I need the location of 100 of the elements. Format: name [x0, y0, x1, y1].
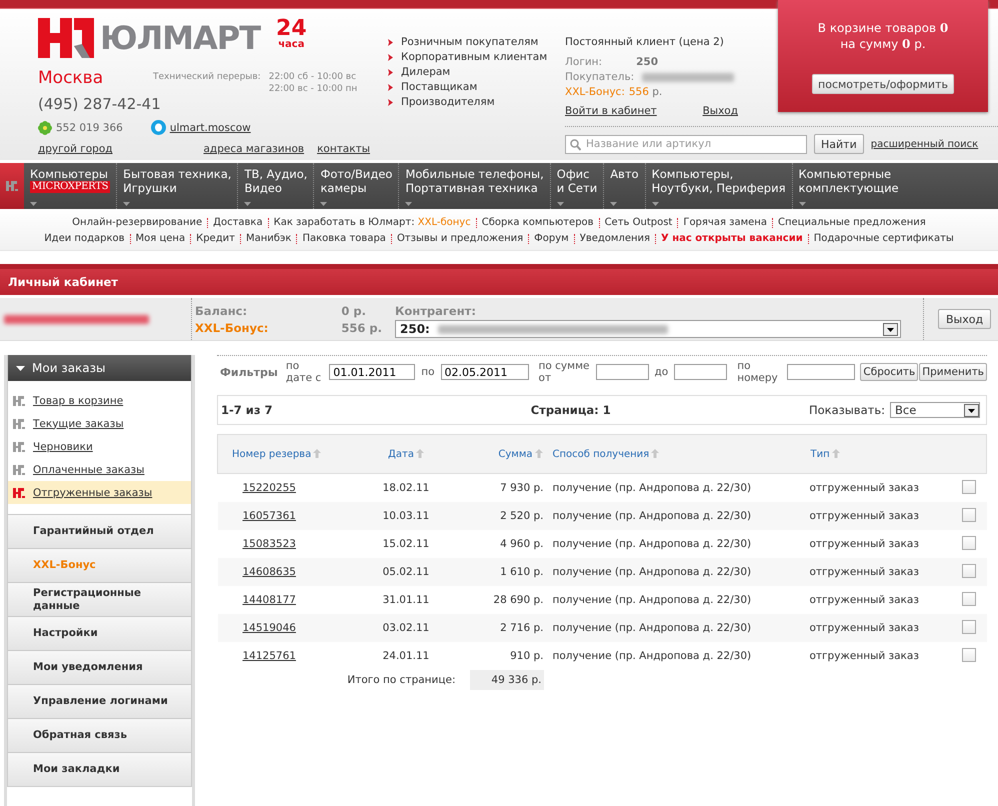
info-link[interactable]: Как заработать в Юлмарт: XXL-бонус: [274, 215, 471, 230]
header-link[interactable]: другой город: [38, 143, 113, 155]
chevron-icon: [388, 68, 393, 76]
contragent-select[interactable]: 250:: [395, 320, 901, 338]
column-header[interactable]: Тип: [810, 448, 830, 460]
column-header[interactable]: Номер резерва: [232, 448, 312, 460]
sidebar-section[interactable]: Регистрационные данные: [8, 582, 191, 616]
header-link[interactable]: адреса магазинов: [204, 143, 304, 155]
row-checkbox[interactable]: [962, 592, 976, 606]
date-cell: 18.02.11: [382, 482, 430, 494]
sidebar-section[interactable]: Мои уведомления: [8, 650, 191, 684]
nav-link[interactable]: Дилерам: [388, 66, 565, 78]
sort-arrow-icon: [534, 448, 542, 458]
sidebar-section[interactable]: Обратная связь: [8, 718, 191, 752]
sidebar-section[interactable]: Управление логинами: [8, 684, 191, 718]
column-header[interactable]: Сумма: [498, 448, 532, 460]
order-number-link[interactable]: 14408177: [242, 594, 296, 606]
advanced-search-link[interactable]: расширенный поиск: [870, 138, 978, 150]
row-checkbox[interactable]: [962, 648, 976, 662]
order-menu-item[interactable]: Товар в корзине: [8, 389, 191, 412]
logo-icon: [6, 181, 18, 191]
caret-icon: [244, 202, 252, 206]
filters-label: Фильтры: [220, 366, 278, 378]
info-link[interactable]: Паковка товара: [302, 231, 386, 246]
order-number-link[interactable]: 16057361: [242, 510, 296, 522]
dropdown-icon[interactable]: [883, 322, 898, 336]
logout-link[interactable]: Выход: [702, 105, 738, 117]
info-link[interactable]: Онлайн-резервирование: [72, 215, 202, 230]
skype-link[interactable]: ulmart.moscow: [170, 122, 251, 134]
sum-from-field[interactable]: [596, 364, 649, 380]
row-checkbox[interactable]: [962, 564, 976, 578]
type-cell: отгруженный заказ: [810, 566, 919, 578]
contragent-label: Контрагент:: [395, 304, 477, 318]
apply-button[interactable]: Применить: [919, 363, 987, 381]
number-field[interactable]: [787, 364, 856, 380]
filter-label: до: [654, 366, 668, 378]
order-menu-item[interactable]: Текущие заказы: [8, 412, 191, 435]
sum-to-field[interactable]: [674, 364, 728, 380]
column-header[interactable]: Дата: [388, 448, 414, 460]
order-number-link[interactable]: 15083523: [242, 538, 296, 550]
nav-link[interactable]: Корпоративным клиентам: [388, 51, 565, 63]
row-checkbox[interactable]: [962, 620, 976, 634]
balance-label: Баланс:: [195, 304, 248, 318]
dropdown-icon[interactable]: [964, 404, 979, 416]
order-menu-item[interactable]: Отгруженные заказы: [8, 481, 191, 504]
order-number-link[interactable]: 15220255: [242, 482, 296, 494]
caret-icon: [30, 202, 37, 206]
orders-header[interactable]: Мои заказы: [8, 355, 191, 381]
info-link[interactable]: Манибэк: [246, 231, 292, 246]
logout-button[interactable]: Выход: [938, 309, 992, 329]
search-field[interactable]: Название или артикул: [565, 134, 807, 154]
sidebar-section[interactable]: Гарантийный отдел: [8, 514, 191, 548]
info-link[interactable]: Сборка компьютеров: [482, 215, 594, 230]
info-link[interactable]: Подарочные сертификаты: [814, 231, 954, 246]
order-number-link[interactable]: 14519046: [242, 622, 296, 634]
break-time: 22:00 вс - 10:00 пн: [268, 84, 358, 94]
order-menu-item[interactable]: Оплаченные заказы: [8, 458, 191, 481]
sidebar-section[interactable]: Настройки: [8, 616, 191, 650]
nav-link[interactable]: Розничным покупателям: [388, 36, 565, 48]
caret-icon: [320, 202, 328, 206]
checkout-button[interactable]: посмотреть/оформить: [812, 74, 954, 94]
cabinet-link[interactable]: Войти в кабинет: [565, 105, 657, 117]
sort-arrow-icon: [651, 448, 660, 458]
category-item[interactable]: Компьютерные комплектующие: [792, 163, 998, 209]
row-checkbox[interactable]: [962, 480, 976, 494]
reset-button[interactable]: Сбросить: [860, 363, 918, 381]
home-button[interactable]: [0, 163, 24, 209]
header-link[interactable]: контакты: [317, 143, 370, 155]
type-cell: отгруженный заказ: [810, 622, 919, 634]
logo-icon[interactable]: [38, 18, 94, 58]
page-size-select[interactable]: Все: [890, 402, 980, 418]
sidebar-section[interactable]: Мои закладки: [8, 752, 191, 786]
nav-link[interactable]: Производителям: [388, 96, 565, 108]
order-number-link[interactable]: 14125761: [242, 650, 296, 662]
info-link[interactable]: Моя цена: [136, 231, 186, 246]
row-checkbox[interactable]: [962, 536, 976, 550]
row-checkbox[interactable]: [962, 508, 976, 522]
info-link[interactable]: Сеть Outpost: [604, 215, 672, 230]
logo-text: ЮЛМАРТ: [100, 18, 260, 58]
info-link[interactable]: Уведомления: [580, 231, 650, 246]
info-link[interactable]: Горячая замена: [683, 215, 767, 230]
info-link[interactable]: Идеи подарков: [44, 231, 125, 246]
nav-link[interactable]: Поставщикам: [388, 81, 565, 93]
info-link[interactable]: Кредит: [196, 231, 235, 246]
info-link[interactable]: Доставка: [213, 215, 263, 230]
order-number-link[interactable]: 14608635: [242, 566, 296, 578]
info-link[interactable]: Специальные предложения: [778, 215, 926, 230]
type-cell: отгруженный заказ: [810, 482, 919, 494]
date-to-field[interactable]: 02.05.2011: [440, 364, 529, 380]
column-header[interactable]: Способ получения: [552, 448, 650, 460]
bonus-value: 556: [628, 86, 649, 98]
method-cell: получение (пр. Андропова д. 22/30): [552, 622, 752, 634]
order-menu-item[interactable]: Черновики: [8, 435, 191, 458]
info-link[interactable]: У нас открыты вакансии: [661, 231, 803, 246]
currency-text: р.: [652, 86, 662, 98]
search-button[interactable]: Найти: [814, 134, 864, 154]
info-link[interactable]: Форум: [534, 231, 569, 246]
date-cell: 15.02.11: [382, 538, 430, 550]
info-link[interactable]: Отзывы и предложения: [396, 231, 524, 246]
date-from-field[interactable]: 01.01.2011: [329, 364, 416, 380]
